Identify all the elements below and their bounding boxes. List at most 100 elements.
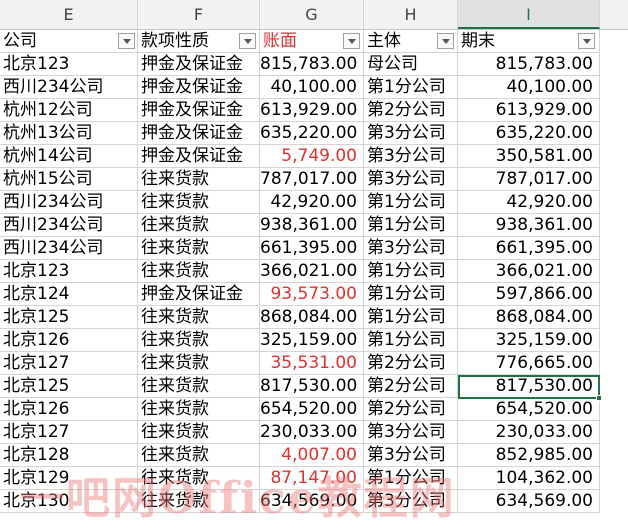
cell-type[interactable]: 往来货款 bbox=[138, 260, 260, 283]
cell-type[interactable]: 押金及保证金 bbox=[138, 145, 260, 168]
cell-entity[interactable]: 第3分公司 bbox=[364, 122, 458, 145]
cell-book[interactable]: 938,361.00 bbox=[260, 214, 364, 237]
cell-ending[interactable]: 776,665.00 bbox=[458, 352, 600, 375]
cell-book[interactable]: 613,929.00 bbox=[260, 99, 364, 122]
cell-company[interactable]: 北京127 bbox=[0, 421, 138, 444]
header-entity[interactable]: 主体 bbox=[364, 30, 458, 53]
column-header-e[interactable]: E bbox=[0, 0, 138, 29]
cell-ending[interactable]: 661,395.00 bbox=[458, 237, 600, 260]
cell-entity[interactable]: 第1分公司 bbox=[364, 467, 458, 490]
cell-ending[interactable]: 868,084.00 bbox=[458, 306, 600, 329]
cell-company[interactable]: 杭州12公司 bbox=[0, 99, 138, 122]
column-header-h[interactable]: H bbox=[364, 0, 458, 29]
cell-entity[interactable]: 第2分公司 bbox=[364, 375, 458, 398]
cell-type[interactable]: 往来货款 bbox=[138, 237, 260, 260]
cell-entity[interactable]: 第3分公司 bbox=[364, 168, 458, 191]
header-company[interactable]: 公司 bbox=[0, 30, 138, 53]
cell-ending[interactable]: 634,569.00 bbox=[458, 490, 600, 513]
cell-type[interactable]: 往来货款 bbox=[138, 191, 260, 214]
cell-book[interactable]: 87,147.00 bbox=[260, 467, 364, 490]
cell-book[interactable]: 35,531.00 bbox=[260, 352, 364, 375]
filter-dropdown-icon[interactable] bbox=[437, 33, 454, 49]
filter-dropdown-icon[interactable] bbox=[343, 33, 360, 49]
column-header-i[interactable]: I bbox=[458, 0, 600, 29]
cell-type[interactable]: 押金及保证金 bbox=[138, 53, 260, 76]
cell-entity[interactable]: 第1分公司 bbox=[364, 260, 458, 283]
cell-ending[interactable]: 366,021.00 bbox=[458, 260, 600, 283]
cell-book[interactable]: 817,530.00 bbox=[260, 375, 364, 398]
cell-book[interactable]: 654,520.00 bbox=[260, 398, 364, 421]
filter-dropdown-icon[interactable] bbox=[118, 33, 135, 49]
spreadsheet-grid[interactable]: E F G H I 公司 款项性质 账面 主体 期末 北京123 押金及保证金 81… bbox=[0, 0, 628, 528]
cell-company[interactable]: 北京125 bbox=[0, 306, 138, 329]
cell-ending[interactable]: 230,033.00 bbox=[458, 421, 600, 444]
cell-book[interactable]: 868,084.00 bbox=[260, 306, 364, 329]
cell-entity[interactable]: 第3分公司 bbox=[364, 444, 458, 467]
cell-company[interactable]: 北京126 bbox=[0, 398, 138, 421]
cell-company[interactable]: 西川234公司 bbox=[0, 237, 138, 260]
cell-type[interactable]: 押金及保证金 bbox=[138, 122, 260, 145]
column-header-g[interactable]: G bbox=[260, 0, 364, 29]
cell-book[interactable]: 4,007.00 bbox=[260, 444, 364, 467]
cell-type[interactable]: 往来货款 bbox=[138, 467, 260, 490]
cell-entity[interactable]: 第1分公司 bbox=[364, 329, 458, 352]
cell-book[interactable]: 42,920.00 bbox=[260, 191, 364, 214]
cell-book[interactable]: 635,220.00 bbox=[260, 122, 364, 145]
cell-company[interactable]: 西川234公司 bbox=[0, 76, 138, 99]
cell-book[interactable]: 634,569.00 bbox=[260, 490, 364, 513]
cell-entity[interactable]: 第1分公司 bbox=[364, 191, 458, 214]
filter-dropdown-icon[interactable] bbox=[578, 33, 595, 49]
cell-book[interactable]: 815,783.00 bbox=[260, 53, 364, 76]
cell-company[interactable]: 北京125 bbox=[0, 375, 138, 398]
cell-entity[interactable]: 第2分公司 bbox=[364, 99, 458, 122]
header-ending[interactable]: 期末 bbox=[458, 30, 600, 53]
cell-company[interactable]: 北京124 bbox=[0, 283, 138, 306]
header-book[interactable]: 账面 bbox=[260, 30, 364, 53]
cell-ending[interactable]: 350,581.00 bbox=[458, 145, 600, 168]
cell-ending[interactable]: 787,017.00 bbox=[458, 168, 600, 191]
cell-entity[interactable]: 第2分公司 bbox=[364, 352, 458, 375]
cell-book[interactable]: 787,017.00 bbox=[260, 168, 364, 191]
cell-type[interactable]: 押金及保证金 bbox=[138, 99, 260, 122]
cell-type[interactable]: 往来货款 bbox=[138, 375, 260, 398]
cell-entity[interactable]: 第2分公司 bbox=[364, 398, 458, 421]
cell-book[interactable]: 40,100.00 bbox=[260, 76, 364, 99]
cell-ending[interactable]: 325,159.00 bbox=[458, 329, 600, 352]
cell-ending[interactable]: 42,920.00 bbox=[458, 191, 600, 214]
cell-company[interactable]: 北京127 bbox=[0, 352, 138, 375]
cell-type[interactable]: 往来货款 bbox=[138, 214, 260, 237]
cell-entity[interactable]: 母公司 bbox=[364, 53, 458, 76]
cell-ending[interactable]: 654,520.00 bbox=[458, 398, 600, 421]
filter-dropdown-icon[interactable] bbox=[239, 33, 256, 49]
header-type[interactable]: 款项性质 bbox=[138, 30, 260, 53]
cell-ending[interactable]: 613,929.00 bbox=[458, 99, 600, 122]
cell-entity[interactable]: 第3分公司 bbox=[364, 237, 458, 260]
cell-entity[interactable]: 第1分公司 bbox=[364, 306, 458, 329]
cell-ending[interactable]: 815,783.00 bbox=[458, 53, 600, 76]
cell-company[interactable]: 杭州15公司 bbox=[0, 168, 138, 191]
cell-type[interactable]: 往来货款 bbox=[138, 444, 260, 467]
cell-type[interactable]: 往来货款 bbox=[138, 306, 260, 329]
cell-company[interactable]: 北京126 bbox=[0, 329, 138, 352]
cell-book[interactable]: 93,573.00 bbox=[260, 283, 364, 306]
cell-ending[interactable]: 104,362.00 bbox=[458, 467, 600, 490]
cell-entity[interactable]: 第1分公司 bbox=[364, 76, 458, 99]
cell-entity[interactable]: 第3分公司 bbox=[364, 490, 458, 513]
column-header-f[interactable]: F bbox=[138, 0, 260, 29]
cell-book[interactable]: 325,159.00 bbox=[260, 329, 364, 352]
cell-company[interactable]: 北京123 bbox=[0, 53, 138, 76]
cell-entity[interactable]: 第1分公司 bbox=[364, 283, 458, 306]
cell-entity[interactable]: 第1分公司 bbox=[364, 214, 458, 237]
cell-type[interactable]: 往来货款 bbox=[138, 421, 260, 444]
cell-type[interactable]: 往来货款 bbox=[138, 168, 260, 191]
fill-handle[interactable] bbox=[596, 395, 602, 401]
cell-ending[interactable]: 635,220.00 bbox=[458, 122, 600, 145]
cell-entity[interactable]: 第3分公司 bbox=[364, 145, 458, 168]
cell-company[interactable]: 杭州13公司 bbox=[0, 122, 138, 145]
cell-company[interactable]: 北京123 bbox=[0, 260, 138, 283]
cell-company[interactable]: 西川234公司 bbox=[0, 214, 138, 237]
cell-book[interactable]: 366,021.00 bbox=[260, 260, 364, 283]
cell-company[interactable]: 北京129 bbox=[0, 467, 138, 490]
cell-type[interactable]: 往来货款 bbox=[138, 490, 260, 513]
cell-entity[interactable]: 第3分公司 bbox=[364, 421, 458, 444]
